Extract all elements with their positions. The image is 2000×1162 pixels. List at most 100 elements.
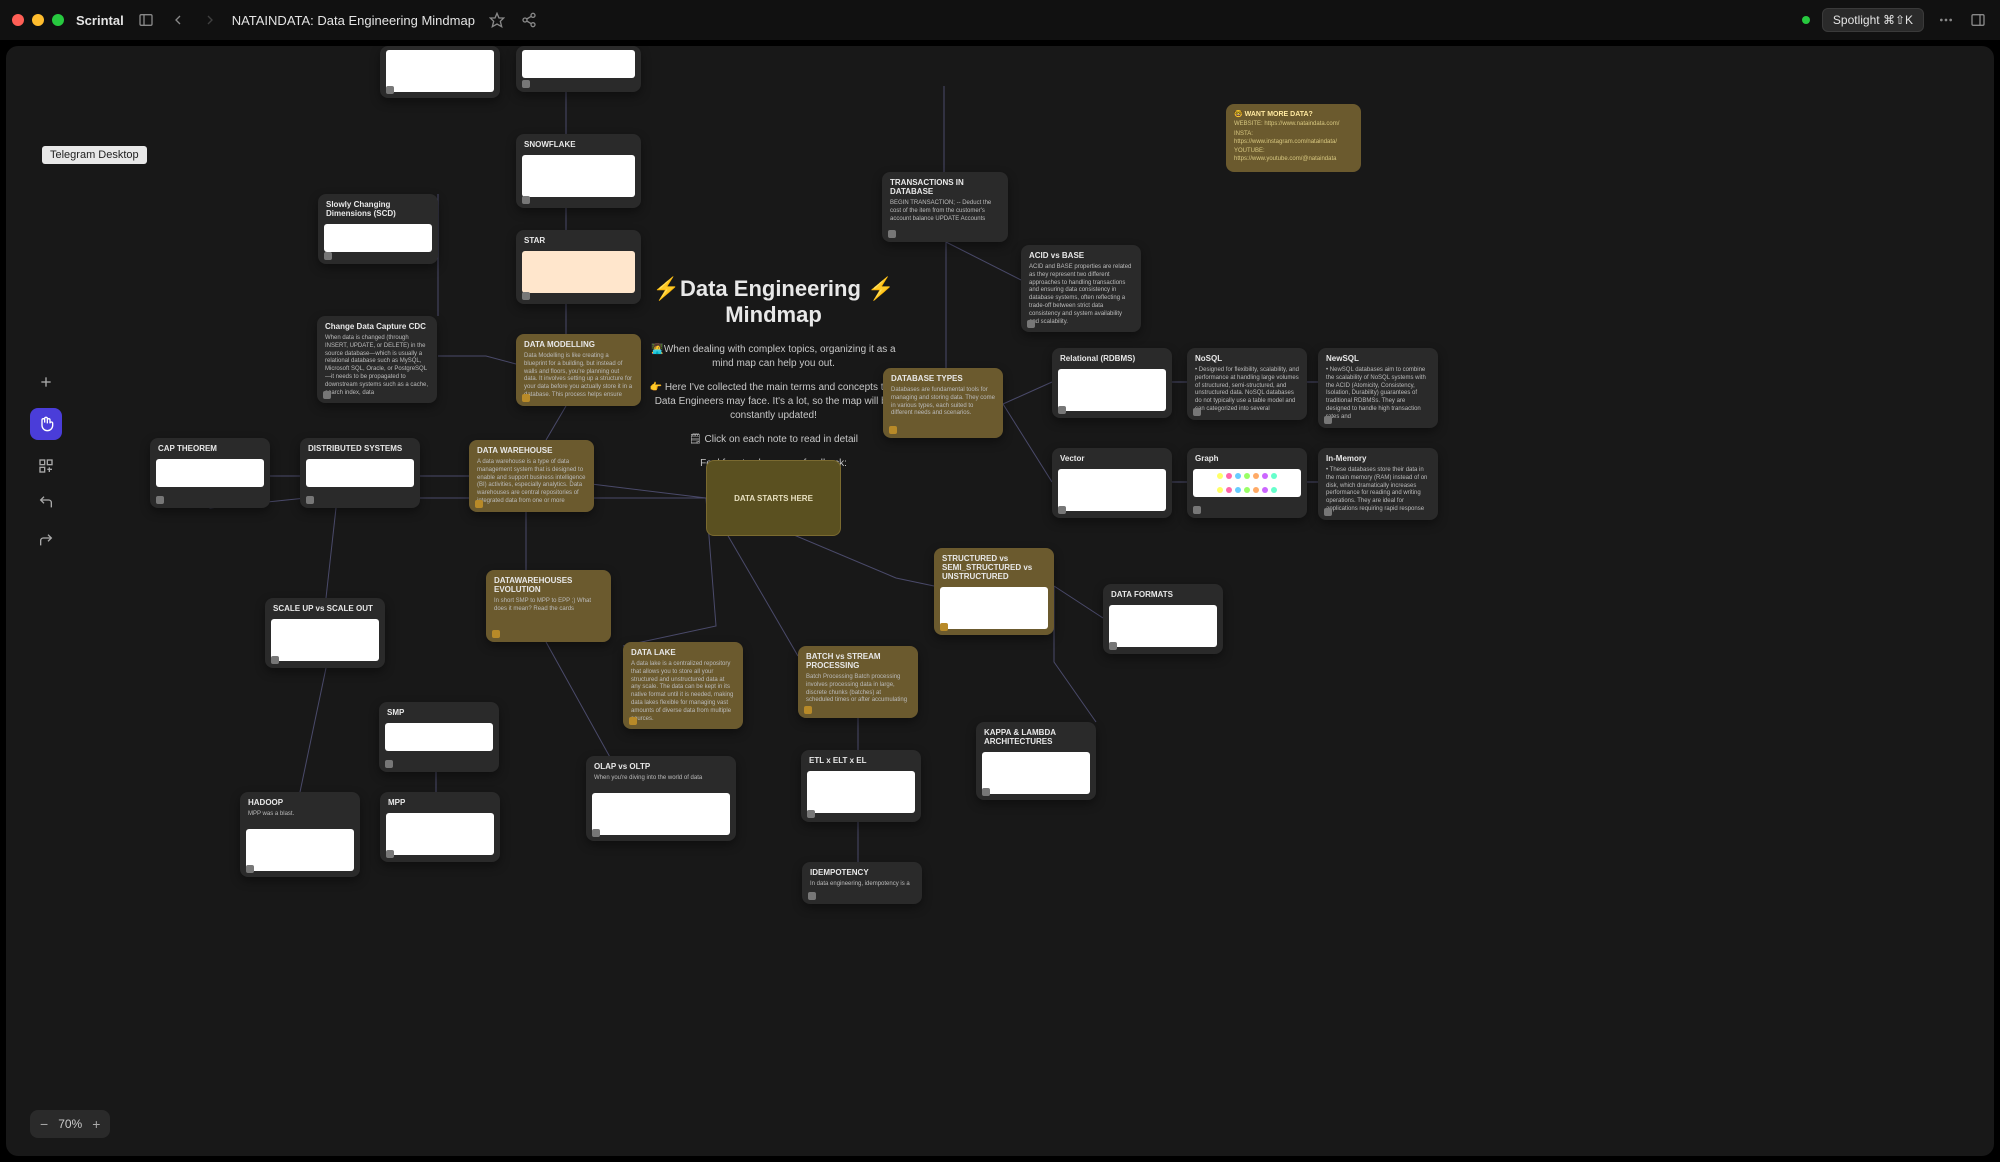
- nav-forward-icon[interactable]: [200, 10, 220, 30]
- card-title: DISTRIBUTED SYSTEMS: [300, 438, 420, 455]
- card-acid[interactable]: ACID vs BASEACID and BASE properties are…: [1021, 245, 1141, 332]
- card-body: Batch Processing Batch processing involv…: [798, 672, 918, 711]
- card-title: Graph: [1187, 448, 1307, 465]
- card-wh[interactable]: DATA WAREHOUSEA data warehouse is a type…: [469, 440, 594, 512]
- card-newsql[interactable]: NewSQL• NewSQL databases aim to combine …: [1318, 348, 1438, 428]
- left-toolbar: [30, 366, 62, 482]
- card-thumbnail: [385, 723, 493, 751]
- card-body: When you're diving into the world of dat…: [586, 773, 736, 789]
- toggle-right-panel-icon[interactable]: [1968, 10, 1988, 30]
- titlebar: Scrintal NATAINDATA: Data Engineering Mi…: [0, 0, 2000, 40]
- card-body: In short SMP to MPP to EPP ;) What does …: [486, 596, 611, 620]
- card-title: Change Data Capture CDC: [317, 316, 437, 333]
- card-dist[interactable]: DISTRIBUTED SYSTEMS: [300, 438, 420, 508]
- card-tx[interactable]: TRANSACTIONS IN DATABASEBEGIN TRANSACTIO…: [882, 172, 1008, 242]
- card-body: When data is changed (through INSERT, UP…: [317, 333, 437, 403]
- card-body: A data lake is a centralized repository …: [623, 659, 743, 729]
- card-clipped-1[interactable]: [380, 46, 500, 98]
- card-cap[interactable]: CAP THEOREM: [150, 438, 270, 508]
- share-icon[interactable]: [519, 10, 539, 30]
- card-title: STAR: [516, 230, 641, 247]
- mindmap-title: ⚡Data Engineering ⚡ Mindmap: [646, 276, 901, 329]
- card-title: DATA LAKE: [623, 642, 743, 659]
- card-title: CAP THEOREM: [150, 438, 270, 455]
- card-body: ACID and BASE properties are related as …: [1021, 262, 1141, 332]
- card-body: Data Modelling is like creating a bluepr…: [516, 351, 641, 406]
- card-title: IDEMPOTENCY: [802, 862, 922, 879]
- window-controls: [12, 14, 64, 26]
- card-body: • NewSQL databases aim to combine the sc…: [1318, 365, 1438, 428]
- add-tool[interactable]: [30, 366, 62, 398]
- card-idem[interactable]: IDEMPOTENCYIn data engineering, idempote…: [802, 862, 922, 904]
- card-dbtypes[interactable]: DATABASE TYPESDatabases are fundamental …: [883, 368, 1003, 438]
- grid-tool[interactable]: [30, 450, 62, 482]
- card-title: HADOOP: [240, 792, 360, 809]
- zoom-in-button[interactable]: +: [92, 1116, 100, 1132]
- card-thumbnail: [522, 155, 635, 197]
- nav-back-icon[interactable]: [168, 10, 188, 30]
- spotlight-button[interactable]: Spotlight ⌘⇧K: [1822, 8, 1924, 32]
- card-title: DATAWAREHOUSES EVOLUTION: [486, 570, 611, 596]
- card-thumbnail: [271, 619, 379, 661]
- close-window[interactable]: [12, 14, 24, 26]
- card-batch[interactable]: BATCH vs STREAM PROCESSINGBatch Processi…: [798, 646, 918, 718]
- card-scd[interactable]: Slowly Changing Dimensions (SCD): [318, 194, 438, 264]
- tooltip: Telegram Desktop: [42, 146, 147, 164]
- card-body: • Designed for flexibility, scalability,…: [1187, 365, 1307, 420]
- redo-button[interactable]: [30, 524, 62, 556]
- sync-status-icon: [1802, 16, 1810, 24]
- undo-button[interactable]: [30, 486, 62, 518]
- minimize-window[interactable]: [32, 14, 44, 26]
- card-cdc[interactable]: Change Data Capture CDCWhen data is chan…: [317, 316, 437, 403]
- toggle-sidebar-icon[interactable]: [136, 10, 156, 30]
- card-thumbnail: [1058, 369, 1166, 411]
- card-struct[interactable]: STRUCTURED vs SEMI_STRUCTURED vs UNSTRUC…: [934, 548, 1054, 635]
- card-star[interactable]: STAR: [516, 230, 641, 304]
- card-title: ETL x ELT x EL: [801, 750, 921, 767]
- card-snow[interactable]: SNOWFLAKE: [516, 134, 641, 208]
- card-lake[interactable]: DATA LAKEA data lake is a centralized re…: [623, 642, 743, 729]
- card-title: KAPPA & LAMBDA ARCHITECTURES: [976, 722, 1096, 748]
- want-link-2: INSTA: https://www.instagram.com/nataind…: [1234, 131, 1353, 147]
- card-title: ACID vs BASE: [1021, 245, 1141, 262]
- card-title: BATCH vs STREAM PROCESSING: [798, 646, 918, 672]
- card-body: In data engineering, idempotency is a: [802, 879, 922, 895]
- card-graph[interactable]: Graph: [1187, 448, 1307, 518]
- card-nosql[interactable]: NoSQL• Designed for flexibility, scalabi…: [1187, 348, 1307, 420]
- card-title: NewSQL: [1318, 348, 1438, 365]
- card-kl[interactable]: KAPPA & LAMBDA ARCHITECTURES: [976, 722, 1096, 800]
- zoom-control: − 70% +: [30, 1110, 110, 1138]
- center-paragraph-3: 🗒 Click on each note to read in detail: [646, 433, 901, 447]
- card-rdbms[interactable]: Relational (RDBMS): [1052, 348, 1172, 418]
- want-title: 🤓 WANT MORE DATA?: [1234, 110, 1353, 118]
- star-icon[interactable]: [487, 10, 507, 30]
- card-thumbnail: [246, 829, 354, 871]
- card-etlelt[interactable]: ETL x ELT x EL: [801, 750, 921, 822]
- start-tile[interactable]: DATA STARTS HERE: [706, 460, 841, 536]
- card-title: STRUCTURED vs SEMI_STRUCTURED vs UNSTRUC…: [934, 548, 1054, 583]
- card-title: DATA MODELLING: [516, 334, 641, 351]
- card-mpp[interactable]: MPP: [380, 792, 500, 862]
- card-evo[interactable]: DATAWAREHOUSES EVOLUTIONIn short SMP to …: [486, 570, 611, 642]
- zoom-out-button[interactable]: −: [40, 1116, 48, 1132]
- mindmap-canvas[interactable]: Telegram Desktop ⚡Data Engineering ⚡ Min…: [6, 46, 1994, 1156]
- card-inmem[interactable]: In-Memory• These databases store their d…: [1318, 448, 1438, 520]
- center-paragraph-2: 👉 Here I've collected the main terms and…: [646, 381, 901, 423]
- card-body: BEGIN TRANSACTION; -- Deduct the cost of…: [882, 198, 1008, 229]
- hand-tool[interactable]: [30, 408, 62, 440]
- want-more-card[interactable]: 🤓 WANT MORE DATA? WEBSITE: https://www.n…: [1226, 104, 1361, 172]
- card-olap[interactable]: OLAP vs OLTPWhen you're diving into the …: [586, 756, 736, 841]
- card-title: SNOWFLAKE: [516, 134, 641, 151]
- maximize-window[interactable]: [52, 14, 64, 26]
- more-menu-icon[interactable]: [1936, 10, 1956, 30]
- card-body: MPP was a blast.: [240, 809, 360, 825]
- card-clipped-2[interactable]: [516, 46, 641, 92]
- card-vector[interactable]: Vector: [1052, 448, 1172, 518]
- card-fmt[interactable]: DATA FORMATS: [1103, 584, 1223, 654]
- card-title: NoSQL: [1187, 348, 1307, 365]
- card-model[interactable]: DATA MODELLINGData Modelling is like cre…: [516, 334, 641, 406]
- card-scale[interactable]: SCALE UP vs SCALE OUT: [265, 598, 385, 668]
- card-smp[interactable]: SMP: [379, 702, 499, 772]
- app-name: Scrintal: [76, 13, 124, 28]
- card-hadoop[interactable]: HADOOPMPP was a blast.: [240, 792, 360, 877]
